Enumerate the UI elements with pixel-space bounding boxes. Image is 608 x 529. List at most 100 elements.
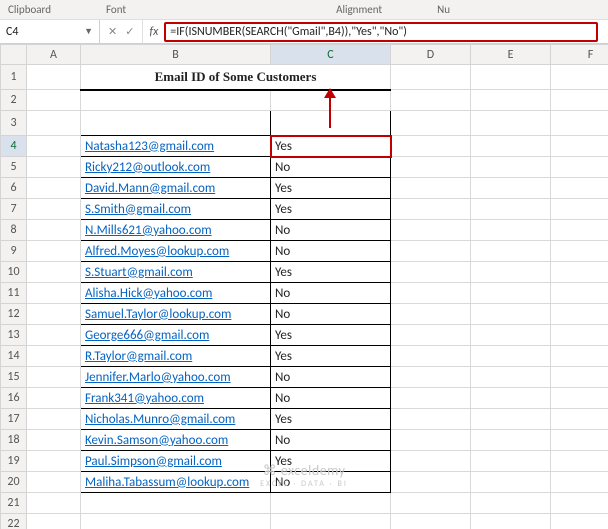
worksheet-area[interactable]: A B C D E F 1 Email ID of Some Customers… [0, 44, 608, 529]
result-cell-17[interactable]: Yes [271, 409, 391, 430]
email-cell-5[interactable]: Ricky212@outlook.com [81, 157, 271, 178]
email-cell-9[interactable]: Alfred.Moyes@lookup.com [81, 241, 271, 262]
cell-F4[interactable] [551, 136, 608, 157]
cell-E19[interactable] [471, 451, 551, 472]
row-header-21[interactable]: 21 [1, 493, 27, 514]
cell-D13[interactable] [391, 325, 471, 346]
row-header-11[interactable]: 11 [1, 283, 27, 304]
result-cell-9[interactable]: No [271, 241, 391, 262]
cell-D8[interactable] [391, 220, 471, 241]
email-cell-20[interactable]: Maliha.Tabassum@lookup.com [81, 472, 271, 493]
cell-A8[interactable] [27, 220, 81, 241]
cell-D3[interactable] [391, 111, 471, 136]
cell-C21[interactable] [271, 493, 391, 514]
cell-E22[interactable] [471, 514, 551, 529]
cell-A10[interactable] [27, 262, 81, 283]
cell-F1[interactable] [551, 65, 608, 90]
title-cell[interactable]: Email ID of Some Customers [81, 65, 391, 90]
row-header-20[interactable]: 20 [1, 472, 27, 493]
header-check[interactable]: Gmail or Not [271, 111, 391, 136]
cell-A9[interactable] [27, 241, 81, 262]
result-cell-14[interactable]: Yes [271, 346, 391, 367]
result-cell-16[interactable]: No [271, 388, 391, 409]
result-cell-8[interactable]: No [271, 220, 391, 241]
cell-E16[interactable] [471, 388, 551, 409]
cell-A5[interactable] [27, 157, 81, 178]
cell-E21[interactable] [471, 493, 551, 514]
cell-D5[interactable] [391, 157, 471, 178]
col-header-F[interactable]: F [551, 45, 608, 65]
row-header-22[interactable]: 22 [1, 514, 27, 529]
result-cell-4[interactable]: Yes [271, 136, 391, 157]
cell-A12[interactable] [27, 304, 81, 325]
cell-D10[interactable] [391, 262, 471, 283]
row-header-4[interactable]: 4 [1, 136, 27, 157]
cell-E1[interactable] [471, 65, 551, 90]
cell-E2[interactable] [471, 90, 551, 111]
row-header-13[interactable]: 13 [1, 325, 27, 346]
cell-A7[interactable] [27, 199, 81, 220]
cell-D2[interactable] [391, 90, 471, 111]
cell-F10[interactable] [551, 262, 608, 283]
cell-D16[interactable] [391, 388, 471, 409]
cell-D19[interactable] [391, 451, 471, 472]
cell-E3[interactable] [471, 111, 551, 136]
cell-F22[interactable] [551, 514, 608, 529]
cell-E4[interactable] [471, 136, 551, 157]
email-cell-12[interactable]: Samuel.Taylor@lookup.com [81, 304, 271, 325]
cell-A6[interactable] [27, 178, 81, 199]
cell-D1[interactable] [391, 65, 471, 90]
cell-D21[interactable] [391, 493, 471, 514]
cell-A13[interactable] [27, 325, 81, 346]
cell-E18[interactable] [471, 430, 551, 451]
cell-A21[interactable] [27, 493, 81, 514]
cell-A1[interactable] [27, 65, 81, 90]
result-cell-11[interactable]: No [271, 283, 391, 304]
email-cell-14[interactable]: R.Taylor@gmail.com [81, 346, 271, 367]
email-cell-7[interactable]: S.Smith@gmail.com [81, 199, 271, 220]
cell-F7[interactable] [551, 199, 608, 220]
cell-F9[interactable] [551, 241, 608, 262]
cell-A22[interactable] [27, 514, 81, 529]
col-header-B[interactable]: B [81, 45, 271, 65]
result-cell-18[interactable]: No [271, 430, 391, 451]
row-header-12[interactable]: 12 [1, 304, 27, 325]
row-header-6[interactable]: 6 [1, 178, 27, 199]
cell-F16[interactable] [551, 388, 608, 409]
fx-icon[interactable]: fx [143, 25, 164, 39]
cell-F17[interactable] [551, 409, 608, 430]
email-cell-11[interactable]: Alisha.Hick@yahoo.com [81, 283, 271, 304]
email-cell-6[interactable]: David.Mann@gmail.com [81, 178, 271, 199]
cell-E20[interactable] [471, 472, 551, 493]
cell-F19[interactable] [551, 451, 608, 472]
cell-B22[interactable] [81, 514, 271, 529]
row-header-15[interactable]: 15 [1, 367, 27, 388]
cell-A20[interactable] [27, 472, 81, 493]
cell-D7[interactable] [391, 199, 471, 220]
result-cell-12[interactable]: No [271, 304, 391, 325]
cell-E14[interactable] [471, 346, 551, 367]
cell-F21[interactable] [551, 493, 608, 514]
cell-B2[interactable] [81, 90, 271, 111]
cell-F15[interactable] [551, 367, 608, 388]
cell-E5[interactable] [471, 157, 551, 178]
cell-E8[interactable] [471, 220, 551, 241]
cell-E15[interactable] [471, 367, 551, 388]
cell-D14[interactable] [391, 346, 471, 367]
select-all-corner[interactable] [1, 45, 27, 65]
cell-E6[interactable] [471, 178, 551, 199]
email-cell-8[interactable]: N.Mills621@yahoo.com [81, 220, 271, 241]
cell-F5[interactable] [551, 157, 608, 178]
cell-E9[interactable] [471, 241, 551, 262]
email-cell-15[interactable]: Jennifer.Marlo@yahoo.com [81, 367, 271, 388]
result-cell-6[interactable]: Yes [271, 178, 391, 199]
cell-A14[interactable] [27, 346, 81, 367]
cell-F20[interactable] [551, 472, 608, 493]
cell-E7[interactable] [471, 199, 551, 220]
result-cell-10[interactable]: Yes [271, 262, 391, 283]
email-cell-4[interactable]: Natasha123@gmail.com [81, 136, 271, 157]
email-cell-16[interactable]: Frank341@yahoo.com [81, 388, 271, 409]
cell-A16[interactable] [27, 388, 81, 409]
email-cell-18[interactable]: Kevin.Samson@yahoo.com [81, 430, 271, 451]
cell-D20[interactable] [391, 472, 471, 493]
